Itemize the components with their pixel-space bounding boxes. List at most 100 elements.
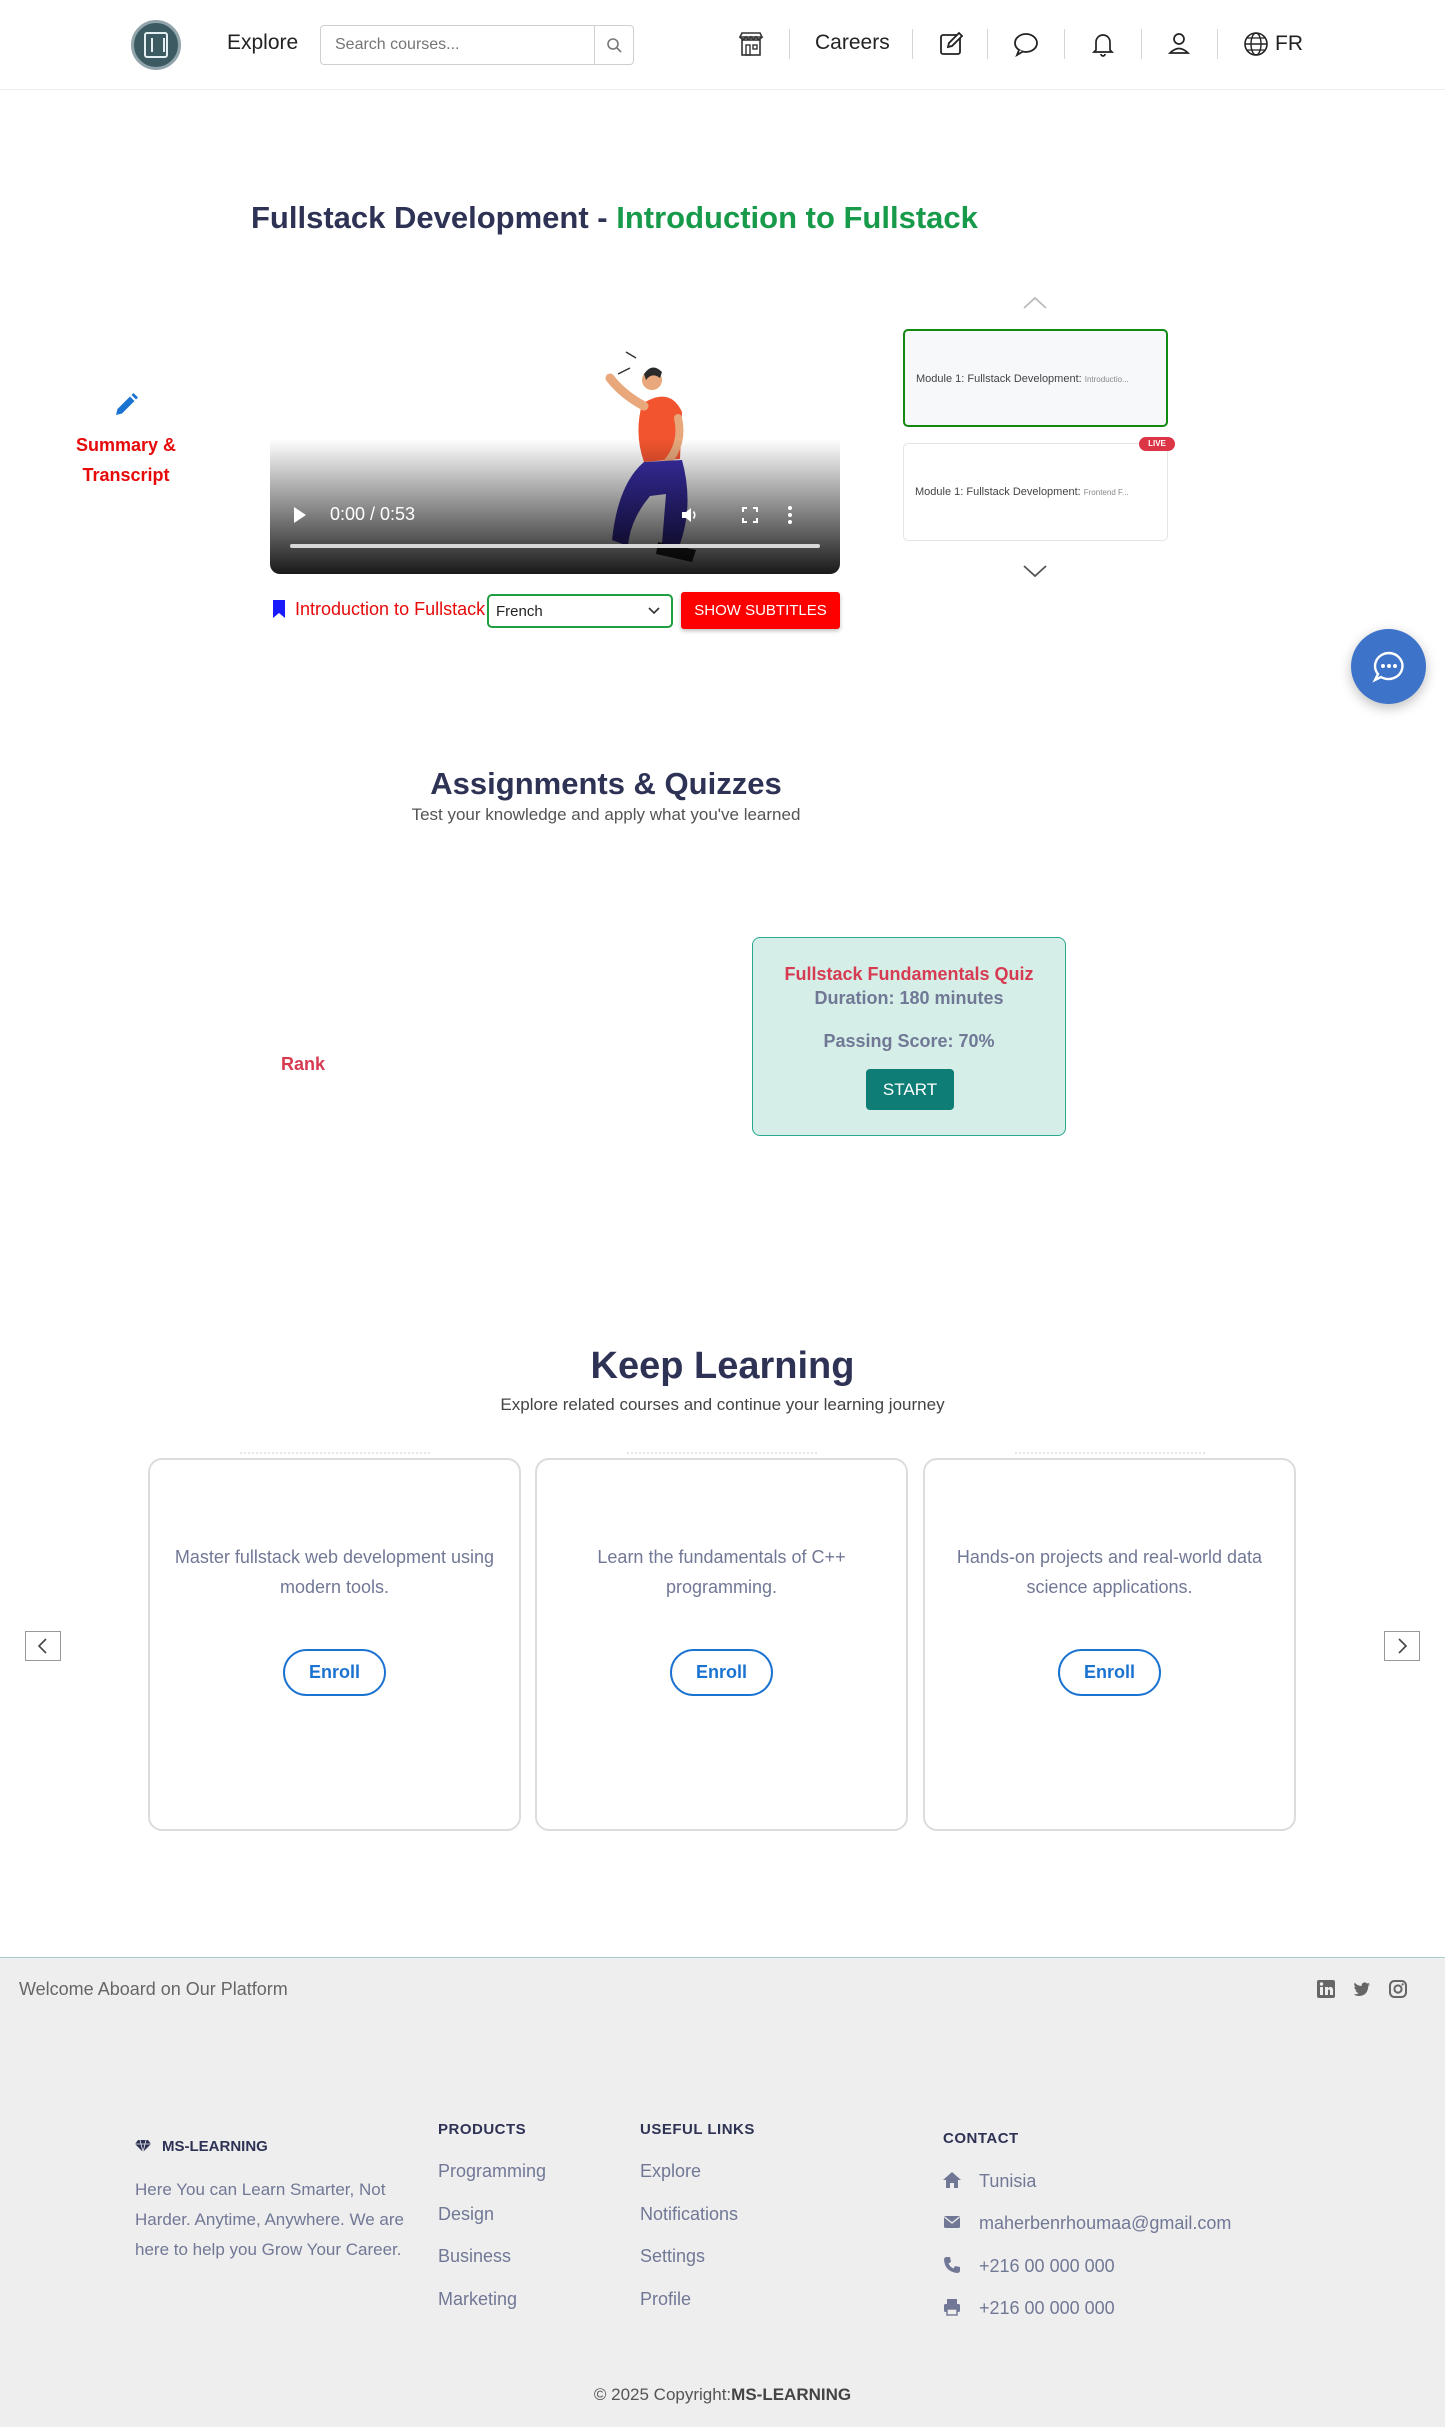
- module-card[interactable]: Module 1: Fullstack Development: Fronten…: [903, 443, 1168, 541]
- envelope-icon: [944, 2216, 960, 2228]
- selected-language: French: [496, 603, 543, 620]
- assignments-title: Assignments & Quizzes: [430, 766, 782, 801]
- module-sub: Introductio...: [1084, 375, 1129, 384]
- instagram-icon[interactable]: [1388, 1979, 1408, 1999]
- carousel-next-button[interactable]: [1384, 1631, 1420, 1661]
- bookmark-icon: [273, 600, 285, 618]
- footer-link-notifications[interactable]: Notifications: [640, 2204, 738, 2225]
- footer-welcome: Welcome Aboard on Our Platform: [19, 1979, 288, 1999]
- course-title: Fullstack Development - Introduction to …: [251, 200, 978, 235]
- store-icon[interactable]: [735, 28, 767, 60]
- quiz-passing-score: Passing Score: 70%: [823, 1031, 995, 1051]
- twitter-icon[interactable]: [1352, 1979, 1372, 1999]
- volume-icon[interactable]: [680, 505, 700, 525]
- chevron-left-icon: [37, 1638, 47, 1654]
- footer-contact-heading: CONTACT: [943, 2130, 1019, 2147]
- footer-link-explore[interactable]: Explore: [640, 2161, 701, 2182]
- nav-careers-link[interactable]: Careers: [815, 31, 890, 55]
- contact-location: Tunisia: [979, 2171, 1037, 2191]
- nav-explore-link[interactable]: Explore: [227, 31, 298, 55]
- quiz-start-button[interactable]: START: [866, 1069, 954, 1110]
- nav-divider: [1141, 29, 1142, 59]
- chevron-down-icon[interactable]: [1020, 562, 1050, 580]
- footer-link-design[interactable]: Design: [438, 2204, 494, 2225]
- nav-divider: [987, 29, 988, 59]
- nav-divider: [1064, 29, 1065, 59]
- top-navbar: Explore Careers FR: [0, 0, 1445, 90]
- chevron-right-icon: [1398, 1638, 1408, 1654]
- footer-link-programming[interactable]: Programming: [438, 2161, 546, 2182]
- card-image-placeholder: [627, 1452, 817, 1460]
- assignments-subtitle: Test your knowledge and apply what you'v…: [411, 805, 801, 824]
- subtitle-language-select[interactable]: French: [487, 594, 673, 628]
- chevron-up-icon[interactable]: [1020, 294, 1050, 312]
- nav-divider: [912, 29, 913, 59]
- summary-transcript-link[interactable]: Summary & Transcript: [60, 390, 192, 490]
- search-button[interactable]: [594, 25, 634, 65]
- language-switch[interactable]: FR: [1275, 32, 1303, 56]
- video-progress-bar[interactable]: [290, 544, 820, 548]
- course-description: Master fullstack web development using m…: [174, 1547, 495, 1597]
- linkedin-icon[interactable]: [1316, 1979, 1336, 1999]
- chat-icon[interactable]: [1010, 28, 1042, 60]
- video-time: 0:00 / 0:53: [330, 504, 416, 524]
- search-input[interactable]: [320, 25, 595, 65]
- footer-links-heading: USEFUL LINKS: [640, 2121, 755, 2138]
- home-icon: [943, 2172, 961, 2188]
- nav-divider: [789, 29, 790, 59]
- show-subtitles-button[interactable]: SHOW SUBTITLES: [681, 592, 840, 629]
- enroll-button[interactable]: Enroll: [670, 1649, 773, 1696]
- footer-about: Here You can Learn Smarter, Not Harder. …: [135, 2180, 404, 2259]
- play-icon[interactable]: [292, 506, 308, 524]
- fullscreen-icon[interactable]: [740, 505, 760, 525]
- live-badge: LIVE: [1139, 437, 1175, 451]
- bell-icon[interactable]: [1087, 28, 1119, 60]
- course-description: Learn the fundamentals of C++ programmin…: [597, 1547, 846, 1597]
- module-sub: Frontend F...: [1083, 488, 1129, 497]
- site-logo[interactable]: [131, 20, 181, 70]
- footer-link-business[interactable]: Business: [438, 2246, 511, 2267]
- footer-link-profile[interactable]: Profile: [640, 2289, 691, 2310]
- rank-label: Rank: [281, 1054, 326, 1074]
- footer-link-marketing[interactable]: Marketing: [438, 2289, 517, 2310]
- more-options-icon[interactable]: [785, 504, 795, 526]
- module-label: Module 1: Fullstack Development:: [915, 486, 1081, 498]
- phone-icon: [944, 2257, 960, 2273]
- edit-icon[interactable]: [935, 28, 967, 60]
- course-card[interactable]: Master fullstack web development using m…: [148, 1452, 521, 1831]
- pencil-icon: [116, 393, 138, 415]
- enroll-button[interactable]: Enroll: [1058, 1649, 1161, 1696]
- chat-bubble-icon: [1372, 651, 1404, 683]
- footer-brand: MS-LEARNING: [162, 2138, 268, 2155]
- card-image-placeholder: [1015, 1452, 1205, 1460]
- contact-phone: +216 00 000 000: [979, 2256, 1115, 2276]
- course-card[interactable]: Learn the fundamentals of C++ programmin…: [535, 1452, 908, 1831]
- contact-email[interactable]: maherbenrhoumaa@gmail.com: [979, 2213, 1231, 2234]
- quiz-duration: Duration: 180 minutes: [814, 988, 1004, 1008]
- globe-icon[interactable]: [1240, 28, 1272, 60]
- search-icon: [607, 38, 622, 53]
- module-card[interactable]: Module 1: Fullstack Development: Introdu…: [903, 329, 1168, 427]
- chat-button[interactable]: [1351, 629, 1426, 704]
- footer-products-heading: PRODUCTS: [438, 2121, 527, 2138]
- carousel-prev-button[interactable]: [25, 1631, 61, 1661]
- card-image-placeholder: [240, 1452, 430, 1460]
- quiz-title: Fullstack Fundamentals Quiz: [784, 964, 1034, 984]
- course-description: Hands-on projects and real-world data sc…: [956, 1547, 1263, 1597]
- nav-divider: [1217, 29, 1218, 59]
- keep-learning-title: Keep Learning: [590, 1345, 855, 1387]
- user-icon[interactable]: [1163, 28, 1195, 60]
- contact-fax: +216 00 000 000: [979, 2298, 1115, 2318]
- summary-line-1: Summary &: [75, 435, 177, 455]
- chevron-down-icon: [648, 607, 660, 615]
- quiz-card: Fullstack Fundamentals Quiz Duration: 18…: [752, 937, 1066, 1136]
- keep-learning-subtitle: Explore related courses and continue you…: [500, 1395, 945, 1414]
- lesson-name: Introduction to Fullstack: [295, 599, 486, 619]
- footer-copyright: © 2025 Copyright:MS-LEARNING: [593, 2385, 852, 2404]
- course-card[interactable]: Hands-on projects and real-world data sc…: [923, 1452, 1296, 1831]
- printer-icon: [944, 2299, 960, 2316]
- gem-icon: [135, 2139, 151, 2153]
- enroll-button[interactable]: Enroll: [283, 1649, 386, 1696]
- footer-link-settings[interactable]: Settings: [640, 2246, 705, 2267]
- video-player[interactable]: 0:00 / 0:53: [270, 254, 840, 574]
